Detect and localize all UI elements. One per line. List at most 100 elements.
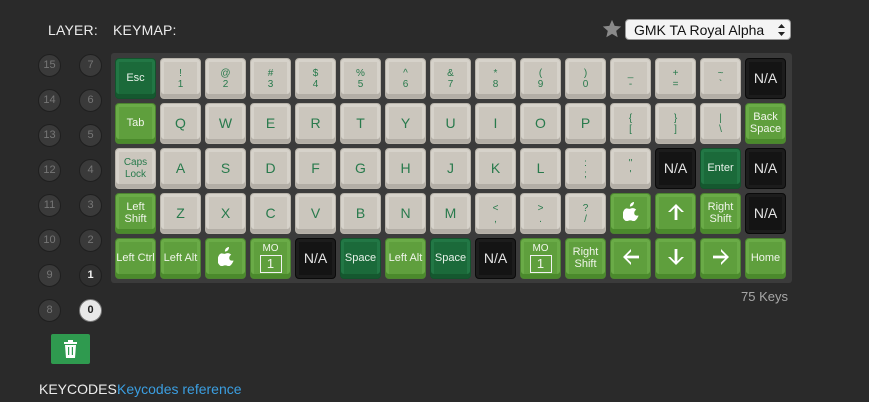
- key-e[interactable]: E: [250, 103, 291, 144]
- key-n-a[interactable]: N/A: [745, 58, 786, 99]
- layer-button-14[interactable]: 14: [38, 89, 61, 112]
- key--[interactable]: _ -: [610, 58, 651, 99]
- key-enter[interactable]: Enter: [700, 148, 741, 189]
- key-arrow-down[interactable]: [655, 238, 696, 279]
- key-space[interactable]: Space: [430, 238, 471, 279]
- key-apple[interactable]: [205, 238, 246, 279]
- key-mo-1[interactable]: MO 1: [520, 238, 561, 279]
- key-symbol-8[interactable]: <,: [475, 193, 516, 234]
- key-tab[interactable]: Tab: [115, 103, 156, 144]
- layer-button-2[interactable]: 2: [79, 229, 102, 252]
- layer-button-5[interactable]: 5: [79, 124, 102, 147]
- key-z[interactable]: Z: [160, 193, 201, 234]
- key-a[interactable]: A: [160, 148, 201, 189]
- key-left-alt[interactable]: Left Alt: [385, 238, 426, 279]
- key-b[interactable]: B: [340, 193, 381, 234]
- layer-button-7[interactable]: 7: [79, 54, 102, 77]
- layer-button-3[interactable]: 3: [79, 194, 102, 217]
- key-left-ctrl[interactable]: Left Ctrl: [115, 238, 156, 279]
- key-n-a[interactable]: N/A: [295, 238, 336, 279]
- key-label: S: [220, 160, 231, 177]
- layer-button-10[interactable]: 10: [38, 229, 61, 252]
- layer-button-13[interactable]: 13: [38, 124, 61, 147]
- key-n-a[interactable]: N/A: [745, 148, 786, 189]
- key-n-a[interactable]: N/A: [475, 238, 516, 279]
- key-6[interactable]: ^ 6: [385, 58, 426, 99]
- key-m[interactable]: M: [430, 193, 471, 234]
- key-2[interactable]: @2: [205, 58, 246, 99]
- key-i[interactable]: I: [475, 103, 516, 144]
- key-symbol-12[interactable]: }]: [655, 103, 696, 144]
- key-right-shift[interactable]: Right Shift: [700, 193, 741, 234]
- layer-button-15[interactable]: 15: [38, 54, 61, 77]
- key-mo-1[interactable]: MO 1: [250, 238, 291, 279]
- key-x[interactable]: X: [205, 193, 246, 234]
- key-d[interactable]: D: [250, 148, 291, 189]
- key-n-a[interactable]: N/A: [655, 148, 696, 189]
- key-back-space[interactable]: Back Space: [745, 103, 786, 144]
- key-q[interactable]: Q: [160, 103, 201, 144]
- key-label: K: [490, 160, 501, 177]
- key-c[interactable]: C: [250, 193, 291, 234]
- key-3[interactable]: #3: [250, 58, 291, 99]
- key-symbol-13[interactable]: | \: [700, 103, 741, 144]
- key-`[interactable]: ~ `: [700, 58, 741, 99]
- key-legend-bottom: 2: [222, 78, 229, 90]
- key-h[interactable]: H: [385, 148, 426, 189]
- key-j[interactable]: J: [430, 148, 471, 189]
- key-r[interactable]: R: [295, 103, 336, 144]
- key-4[interactable]: $4: [295, 58, 336, 99]
- key-n[interactable]: N: [385, 193, 426, 234]
- mo-layer-number: 1: [529, 255, 552, 273]
- key-=[interactable]: + =: [655, 58, 696, 99]
- key-k[interactable]: K: [475, 148, 516, 189]
- layer-button-0[interactable]: 0: [79, 299, 102, 322]
- key-1[interactable]: ! 1: [160, 58, 201, 99]
- key-symbol-11[interactable]: " ': [610, 148, 651, 189]
- key-caps-lock[interactable]: Caps Lock: [115, 148, 156, 189]
- layer-button-4[interactable]: 4: [79, 159, 102, 182]
- layer-button-1[interactable]: 1: [79, 264, 102, 287]
- delete-button[interactable]: [51, 334, 90, 364]
- key-t[interactable]: T: [340, 103, 381, 144]
- key-right-shift[interactable]: Right Shift: [565, 238, 606, 279]
- layer-button-8[interactable]: 8: [38, 299, 61, 322]
- key-s[interactable]: S: [205, 148, 246, 189]
- key-l[interactable]: L: [520, 148, 561, 189]
- key-symbol-9[interactable]: >.: [520, 193, 561, 234]
- key-u[interactable]: U: [430, 103, 471, 144]
- keyset-select[interactable]: GMK TA Royal Alpha: [625, 19, 791, 40]
- key-home[interactable]: Home: [745, 238, 786, 279]
- layer-button-6[interactable]: 6: [79, 89, 102, 112]
- key-o[interactable]: O: [520, 103, 561, 144]
- key-arrow-right[interactable]: [700, 238, 741, 279]
- layer-button-11[interactable]: 11: [38, 194, 61, 217]
- key-esc[interactable]: Esc: [115, 58, 156, 99]
- key-5[interactable]: % 5: [340, 58, 381, 99]
- key-g[interactable]: G: [340, 148, 381, 189]
- key-y[interactable]: Y: [385, 103, 426, 144]
- layer-button-12[interactable]: 12: [38, 159, 61, 182]
- key-n-a[interactable]: N/A: [745, 193, 786, 234]
- key-8[interactable]: * 8: [475, 58, 516, 99]
- key-apple[interactable]: [610, 193, 651, 234]
- key-left-alt[interactable]: Left Alt: [160, 238, 201, 279]
- key-9[interactable]: (9: [520, 58, 561, 99]
- key-p[interactable]: P: [565, 103, 606, 144]
- key-space[interactable]: Space: [340, 238, 381, 279]
- arrow-up-icon: [667, 203, 685, 225]
- key-7[interactable]: & 7: [430, 58, 471, 99]
- key-v[interactable]: V: [295, 193, 336, 234]
- key-left-shift[interactable]: Left Shift: [115, 193, 156, 234]
- keycodes-reference-link[interactable]: Keycodes reference: [117, 381, 242, 397]
- key-f[interactable]: F: [295, 148, 336, 189]
- star-icon[interactable]: [601, 18, 623, 40]
- key-w[interactable]: W: [205, 103, 246, 144]
- key-0[interactable]: ) 0: [565, 58, 606, 99]
- key-arrow-left[interactable]: [610, 238, 651, 279]
- key-symbol-10[interactable]: :;: [565, 148, 606, 189]
- key-symbol-11[interactable]: {[: [610, 103, 651, 144]
- layer-button-9[interactable]: 9: [38, 264, 61, 287]
- key-symbol-10[interactable]: ? /: [565, 193, 606, 234]
- key-arrow-up[interactable]: [655, 193, 696, 234]
